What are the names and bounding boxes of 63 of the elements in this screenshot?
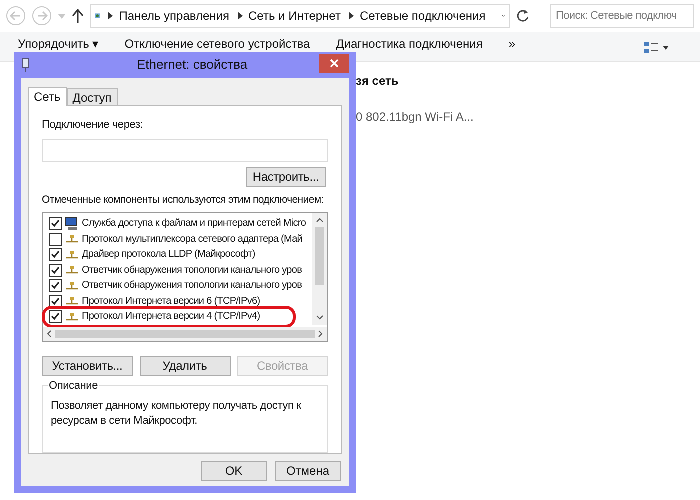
component-row[interactable]: Протокол мультиплексора сетевого адаптера (Май: [49, 232, 315, 247]
network-adapter-icon: [21, 58, 31, 72]
component-label: Протокол Интернета версии 4 (TCP/IPv4): [82, 310, 260, 324]
refresh-icon[interactable]: [516, 9, 530, 23]
component-label: Протокол Интернета версии 6 (TCP/IPv6): [82, 294, 260, 309]
breadcrumb-arrow-icon: [108, 12, 114, 20]
tab[interactable]: Доступ: [66, 88, 118, 105]
scroll-right-icon[interactable]: [318, 330, 324, 338]
dialog-button[interactable]: Отмена: [275, 461, 341, 481]
component-row[interactable]: Драйвер протокола LLDP (Майкрософт): [49, 247, 315, 262]
field-label: Отмеченные компоненты используются этим подключением:: [42, 193, 325, 208]
component-row[interactable]: Протокол Интернета версии 6 (TCP/IPv6): [49, 294, 315, 309]
breadcrumb[interactable]: Сеть и Интернет: [248, 7, 341, 25]
checkbox[interactable]: [49, 310, 62, 324]
dialog-button[interactable]: Настроить...: [246, 167, 326, 188]
component-row[interactable]: Ответчик обнаружения топологии канального уров: [49, 278, 315, 294]
vertical-scrollbar[interactable]: [312, 213, 327, 325]
close-icon: [330, 59, 338, 68]
network-protocol-icon: [65, 234, 79, 244]
component-label: Протокол мультиплексора сетевого адаптера (Май: [82, 232, 303, 247]
checkbox[interactable]: [49, 279, 62, 292]
component-label: Ответчик обнаружения топологии канального уров: [82, 264, 302, 278]
computer-icon: [65, 216, 79, 231]
network-protocol-icon: [65, 280, 79, 291]
toolbar-command[interactable]: Упорядочить ▾: [18, 35, 99, 53]
checkbox[interactable]: [49, 248, 62, 262]
scroll-left-icon[interactable]: [46, 330, 52, 338]
network-protocol-icon: [65, 296, 79, 306]
checkbox[interactable]: [49, 232, 62, 246]
search-field[interactable]: Поиск: Сетевые подключ: [550, 4, 694, 28]
dialog-button[interactable]: Удалить: [140, 356, 230, 376]
up-arrow-icon[interactable]: [72, 9, 84, 23]
connection-name: зя сеть: [356, 73, 400, 90]
breadcrumb-arrow-icon: [348, 12, 354, 20]
breadcrumb-arrow-icon: [238, 12, 243, 20]
dialog-button[interactable]: Установить...: [42, 356, 133, 376]
view-options-icon[interactable]: [644, 41, 670, 55]
checkbox[interactable]: [49, 217, 62, 230]
network-protocol-icon: [65, 312, 79, 322]
address-bar[interactable]: Панель управления Сеть и Интернет Сетевые подключения: [90, 4, 510, 28]
component-row[interactable]: Служба доступа к файлам и принтерам сетей Micro: [49, 216, 315, 232]
field-label: Подключение через:: [42, 118, 144, 133]
component-label: Драйвер протокола LLDP (Майкрософт): [82, 248, 256, 262]
tab[interactable]: Сеть: [28, 87, 67, 106]
adapter-name: 0 802.11bgn Wi-Fi A...: [356, 109, 474, 126]
component-label: Служба доступа к файлам и принтерам сетей Micro: [82, 217, 306, 232]
component-label: Ответчик обнаружения топологии канального уров: [82, 279, 302, 294]
dialog-title: Ethernet: свойства: [137, 56, 248, 74]
toolbar-command[interactable]: Диагностика подключения: [336, 35, 483, 53]
checkbox[interactable]: [49, 294, 62, 308]
close-button[interactable]: [319, 54, 349, 73]
description-text: Позволяет данному компьютеру получать доступ к ресурсам в сети Майкрософт.: [51, 399, 302, 429]
dialog-button[interactable]: OK: [201, 461, 267, 481]
toolbar-command[interactable]: »: [508, 35, 516, 53]
toolbar-command[interactable]: Отключение сетевого устройства: [124, 35, 310, 53]
component-row[interactable]: Ответчик обнаружения топологии канального уров: [49, 262, 315, 278]
component-row[interactable]: Протокол Интернета версии 4 (TCP/IPv4): [45, 309, 293, 324]
horizontal-scrollbar[interactable]: [43, 327, 327, 341]
breadcrumb[interactable]: Панель управления: [119, 7, 230, 25]
network-protocol-icon: [65, 265, 79, 276]
network-protocol-icon: [65, 250, 79, 260]
checkbox[interactable]: [49, 264, 62, 277]
breadcrumb[interactable]: Сетевые подключения: [360, 7, 486, 25]
